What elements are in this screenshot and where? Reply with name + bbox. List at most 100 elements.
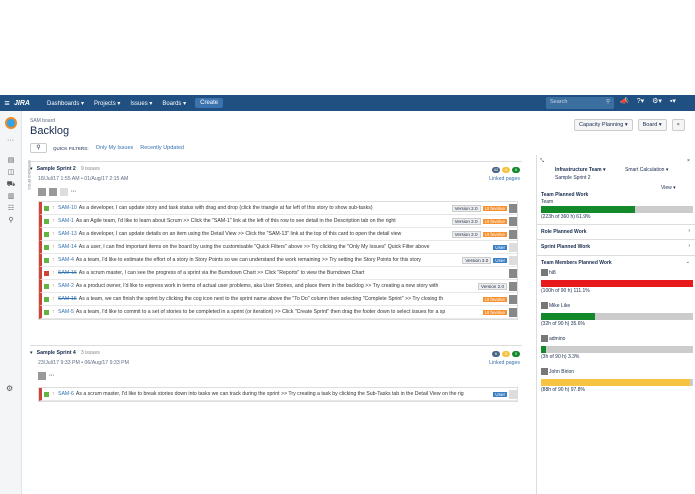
releases-icon[interactable]: ⛟ [0, 179, 22, 191]
members-section[interactable]: Team Members Planned Work ⌄ [537, 255, 695, 270]
menu-icon[interactable]: ≡ [0, 98, 14, 108]
create-button[interactable]: Create [195, 98, 224, 108]
issue-key-link[interactable]: SAM-10 [58, 205, 77, 211]
close-button[interactable]: × [671, 119, 685, 131]
assignee-avatar[interactable] [509, 307, 517, 317]
notifications-icon[interactable]: 📣 [620, 97, 629, 105]
backlog-icon[interactable]: ▤ [0, 155, 22, 167]
avatar[interactable]: ▪▾ [670, 97, 676, 105]
issue-row[interactable]: ↑ SAM-10 As a developer, I can update stor… [39, 202, 517, 215]
assignee-avatar[interactable] [509, 203, 517, 213]
help-icon[interactable]: ?▾ [637, 97, 644, 105]
issue-row[interactable]: ↑ SAM-13 As a developer, I can update deta… [39, 228, 517, 241]
assignee-avatar[interactable] [509, 216, 517, 226]
issue-meta: Version 2.0 UI fevolve [449, 202, 517, 214]
chevron-right-icon: › [688, 243, 690, 249]
issue-row[interactable]: ↑ SAM-14 As a user, I can find important i… [39, 241, 517, 254]
team-planned-title: Team Planned Work [541, 192, 589, 198]
components-icon[interactable]: ⚲ [0, 215, 22, 227]
search-input[interactable]: Search ⚲ [546, 97, 614, 109]
story-icon [44, 218, 49, 224]
more-icon[interactable]: ··· [0, 137, 21, 144]
version-badge: Version 2.0 [478, 282, 507, 290]
issue-key-link[interactable]: SAM-15 [58, 296, 77, 302]
label-badge: User [493, 391, 507, 397]
avatar[interactable] [38, 188, 46, 196]
project-avatar[interactable] [4, 117, 17, 129]
issue-key-link[interactable]: SAM-1 [58, 218, 74, 224]
role-planned-section[interactable]: Role Planned Work › [537, 224, 695, 239]
issue-key-link[interactable]: SAM-13 [58, 231, 77, 237]
issue-key-link[interactable]: SAM-14 [58, 244, 77, 250]
member-progress-fill [541, 346, 547, 353]
filter-recently-updated[interactable]: Recently Updated [140, 145, 184, 151]
member-progress-bar [541, 379, 693, 386]
assignee-avatar[interactable] [509, 242, 517, 252]
reports-icon[interactable]: ▥ [0, 191, 22, 203]
more-icon[interactable]: ··· [49, 373, 54, 379]
issue-key-link[interactable]: SAM-2 [58, 283, 74, 289]
issue-summary: As a team, I'd like to commit to a set o… [75, 309, 446, 315]
issue-key-link[interactable]: SAM-5 [58, 309, 74, 315]
issue-key-link[interactable]: SAM-6 [58, 391, 74, 397]
member-name-text: admino [549, 335, 566, 342]
assignee-avatar[interactable] [509, 255, 517, 265]
settings-gear-icon[interactable]: ⚙ [6, 384, 13, 393]
member-progress-bar [541, 280, 693, 287]
issue-row[interactable]: ↑ SAM-6 As a scrum master, I'd like to bre… [39, 388, 517, 401]
issue-row[interactable]: ↑ SAM-1 As an Agile team, I'd like to lear… [39, 215, 517, 228]
done-badge: 0 [512, 351, 520, 357]
issue-row[interactable]: ↑ SAM-5 As a team, I'd like to commit to a… [39, 306, 517, 319]
issue-meta: Version 2.0 UI fevolve [449, 228, 517, 240]
avatar[interactable] [60, 188, 68, 196]
issue-key-link[interactable]: SAM-16 [58, 270, 77, 276]
issue-row[interactable]: ↑ SAM-2 As a product owner, I'd like to ex… [39, 280, 517, 293]
member-name-text: hi8 [549, 269, 556, 276]
team-select[interactable]: Infrastructure Team ▾ [555, 167, 606, 173]
avatar[interactable] [38, 372, 46, 380]
issue-row[interactable]: ↑ SAM-16 As a scrum master, I can see the … [39, 267, 517, 280]
assignee-avatar[interactable] [509, 389, 517, 399]
jira-logo[interactable]: JIRA [14, 100, 42, 107]
progress-badge: 4 [502, 167, 510, 173]
avatar[interactable] [49, 188, 57, 196]
nav-boards[interactable]: Boards ▾ [157, 100, 191, 107]
collapse-icon[interactable]: ▾ [30, 350, 33, 356]
nav-projects[interactable]: Projects ▾ [89, 100, 125, 107]
close-panel-icon[interactable]: × [687, 158, 690, 164]
done-badge: 6 [512, 167, 520, 173]
collapse-panel-icon[interactable]: ⤡ [540, 158, 544, 164]
assignee-avatar[interactable] [509, 294, 517, 304]
issue-row[interactable]: ↑ SAM-4 As a team, I'd like to estimate th… [39, 254, 517, 267]
member-name: admino [541, 335, 565, 342]
more-icon[interactable]: ··· [71, 189, 76, 195]
collapse-icon[interactable]: ▾ [30, 166, 33, 172]
member-name: John Birion [541, 368, 574, 375]
board-icon[interactable]: ◫ [0, 167, 22, 179]
sprint-2: ▾ Sample Sprint 2 9 issues 42 4 6 18/Jul… [30, 161, 522, 320]
calculation-select[interactable]: Smart Calculation ▾ [625, 167, 668, 173]
issue-key-link[interactable]: SAM-4 [58, 257, 74, 263]
view-menu[interactable]: View ▾ [661, 185, 676, 191]
linked-pages-link[interactable]: Linked pages [489, 360, 520, 366]
sprint-dates: 18/Jul/17 1:55 AM • 01/Aug/17 2:15 AM [38, 176, 129, 182]
issue-row[interactable]: ↑ SAM-15 As a team, we can finish the spri… [39, 293, 517, 306]
member-progress-fill [541, 280, 693, 287]
linked-pages-link[interactable]: Linked pages [489, 176, 520, 182]
sprint-assignees: ··· [38, 370, 522, 382]
issue-summary: As a user, I can find important items on… [78, 244, 430, 250]
nav-dashboards[interactable]: Dashboards ▾ [42, 100, 89, 107]
issues-icon[interactable]: ☷ [0, 203, 22, 215]
story-icon [44, 205, 49, 211]
filter-only-my-issues[interactable]: Only My Issues [96, 145, 134, 151]
capacity-planning-button[interactable]: Capacity Planning ▾ [574, 119, 633, 131]
assignee-avatar[interactable] [509, 281, 517, 291]
assignee-avatar[interactable] [509, 268, 517, 278]
board-menu-button[interactable]: Board ▾ [637, 119, 667, 131]
sprint-planned-section[interactable]: Sprint Planned Work › [537, 239, 695, 254]
member-progress-fill [541, 313, 596, 320]
assignee-avatar[interactable] [509, 229, 517, 239]
filter-search-icon[interactable]: ⚲ [30, 143, 47, 153]
gear-icon[interactable]: ⚙▾ [652, 97, 662, 105]
nav-issues[interactable]: Issues ▾ [125, 100, 157, 107]
